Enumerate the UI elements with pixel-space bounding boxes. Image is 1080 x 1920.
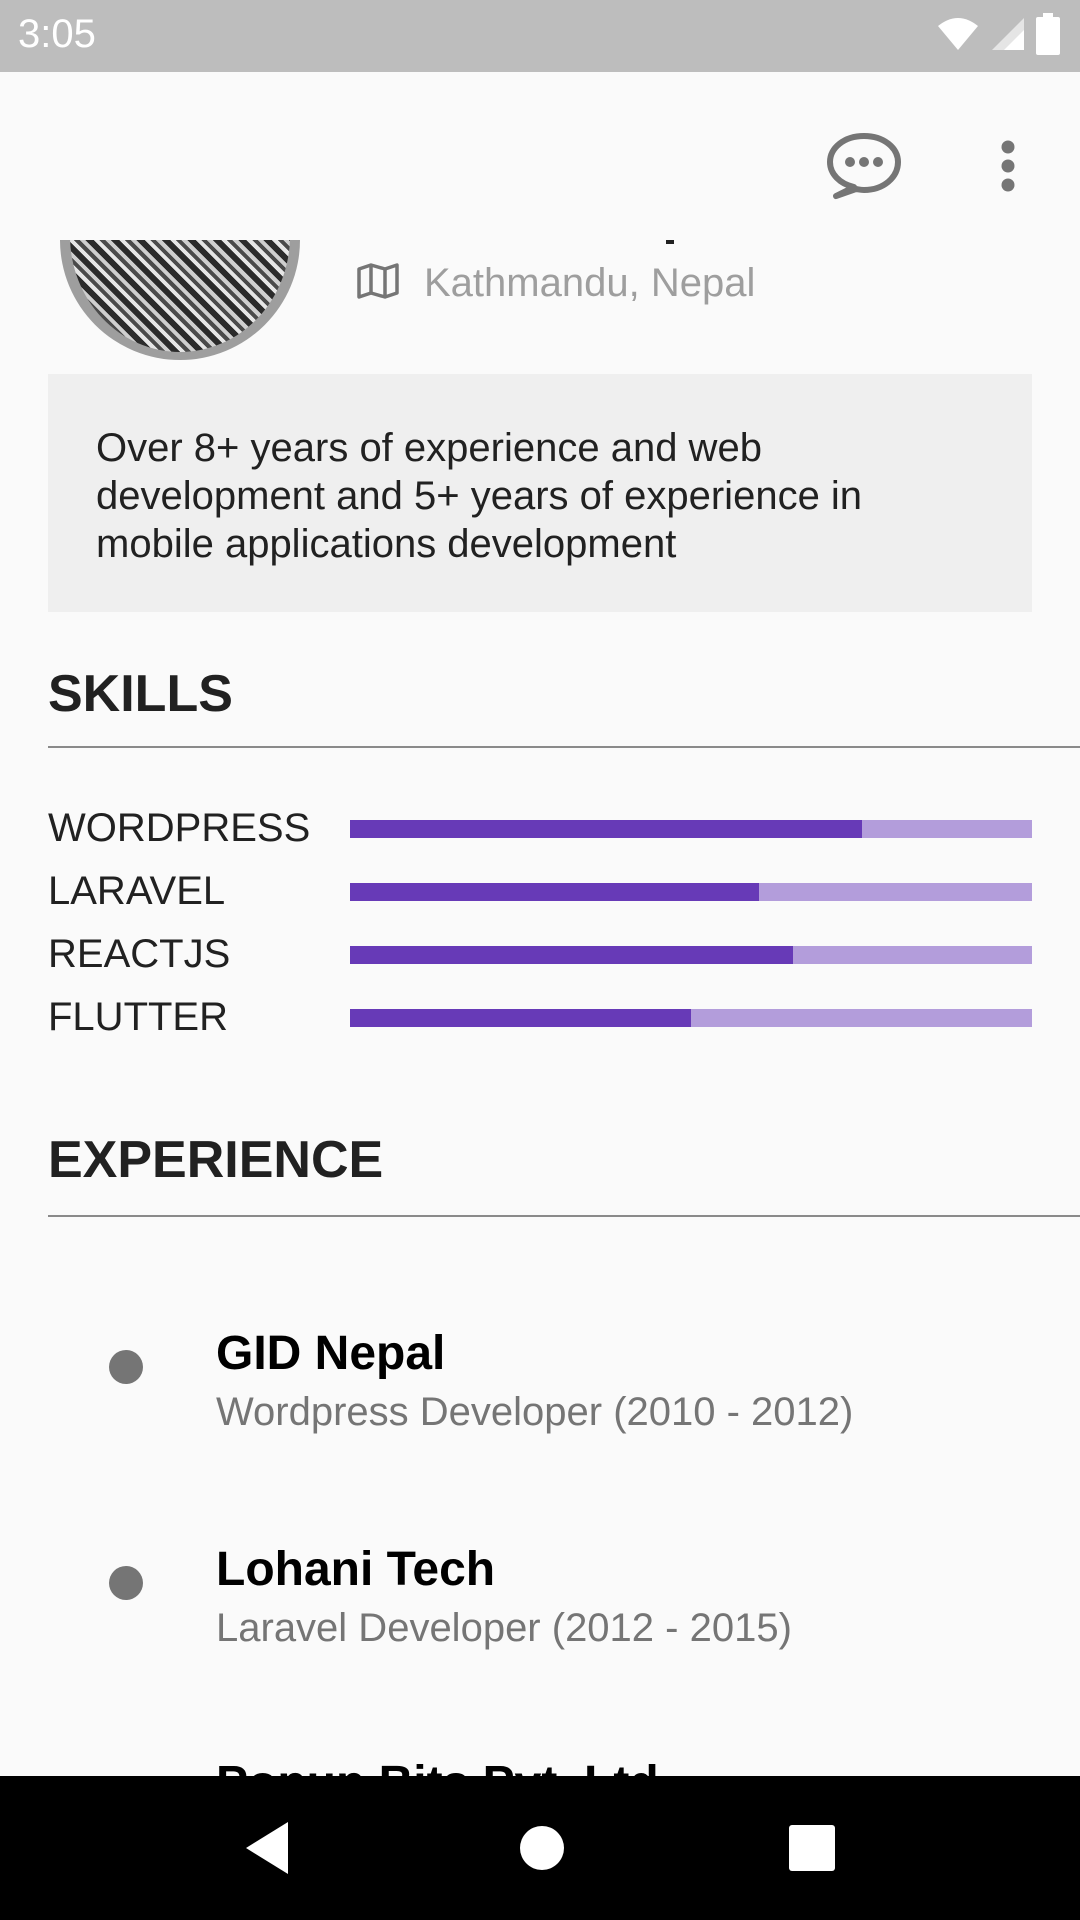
experience-item[interactable]: GID Nepal Wordpress Developer (2010 - 20… xyxy=(0,1326,1080,1446)
skills-title: SKILLS xyxy=(48,665,233,723)
experience-item[interactable]: Lohani Tech Laravel Developer (2012 - 20… xyxy=(0,1542,1080,1662)
app-bar xyxy=(0,72,1080,240)
skill-bar xyxy=(350,820,1032,838)
avatar xyxy=(60,240,300,360)
skill-label: LARAVEL xyxy=(48,869,226,913)
skill-bar-fill xyxy=(350,883,760,901)
skill-bar-fill xyxy=(350,1009,691,1027)
skill-row: LARAVEL xyxy=(48,871,1032,911)
timeline-dot xyxy=(109,1350,143,1384)
profile-content[interactable]: Kathmandu, Nepal Over 8+ years of experi… xyxy=(0,240,1080,1776)
summary-card: Over 8+ years of experience and web deve… xyxy=(48,374,1032,612)
experience-title: EXPERIENCE xyxy=(48,1131,384,1189)
skill-bar-fill xyxy=(350,946,794,964)
more-vert-icon[interactable] xyxy=(980,124,1036,208)
location-row: Kathmandu, Nepal xyxy=(356,260,755,306)
recents-button[interactable] xyxy=(780,1816,844,1880)
cell-signal-icon xyxy=(990,16,1026,57)
skill-row: REACTJS xyxy=(48,934,1032,974)
location-text: Kathmandu, Nepal xyxy=(424,260,756,305)
skill-bar-fill xyxy=(350,820,862,838)
experience-company: GID Nepal xyxy=(216,1327,446,1380)
chat-bubble-icon[interactable] xyxy=(822,124,906,208)
home-button[interactable] xyxy=(510,1816,574,1880)
summary-text: Over 8+ years of experience and web deve… xyxy=(96,426,863,566)
skill-label: REACTJS xyxy=(48,932,231,976)
back-button[interactable] xyxy=(226,1816,310,1880)
system-nav-bar xyxy=(0,1776,1080,1920)
name-text-fragment xyxy=(666,240,674,244)
timeline-dot xyxy=(109,1566,143,1600)
status-time: 3:05 xyxy=(18,12,96,56)
experience-company: Lohani Tech xyxy=(216,1543,496,1596)
skill-bar xyxy=(350,1009,1032,1027)
battery-icon xyxy=(1036,12,1060,60)
avatar-photo xyxy=(70,240,290,352)
skill-label: WORDPRESS xyxy=(48,806,311,850)
skill-bar xyxy=(350,946,1032,964)
experience-divider xyxy=(48,1215,1080,1217)
status-bar: 3:05 xyxy=(0,0,1080,72)
experience-company: Popup Bits Pvt. Ltd. xyxy=(216,1756,672,1776)
skill-label: FLUTTER xyxy=(48,995,228,1039)
skill-row: WORDPRESS xyxy=(48,808,1032,848)
wifi-icon xyxy=(936,16,980,57)
experience-role: Laravel Developer (2012 - 2015) xyxy=(216,1606,792,1650)
map-icon xyxy=(356,262,400,304)
skill-bar xyxy=(350,883,1032,901)
experience-item[interactable]: Popup Bits Pvt. Ltd. xyxy=(0,1756,1080,1776)
skills-divider xyxy=(48,746,1080,748)
status-icons xyxy=(936,12,1060,60)
skill-row: FLUTTER xyxy=(48,997,1032,1037)
experience-role: Wordpress Developer (2010 - 2012) xyxy=(216,1390,854,1434)
